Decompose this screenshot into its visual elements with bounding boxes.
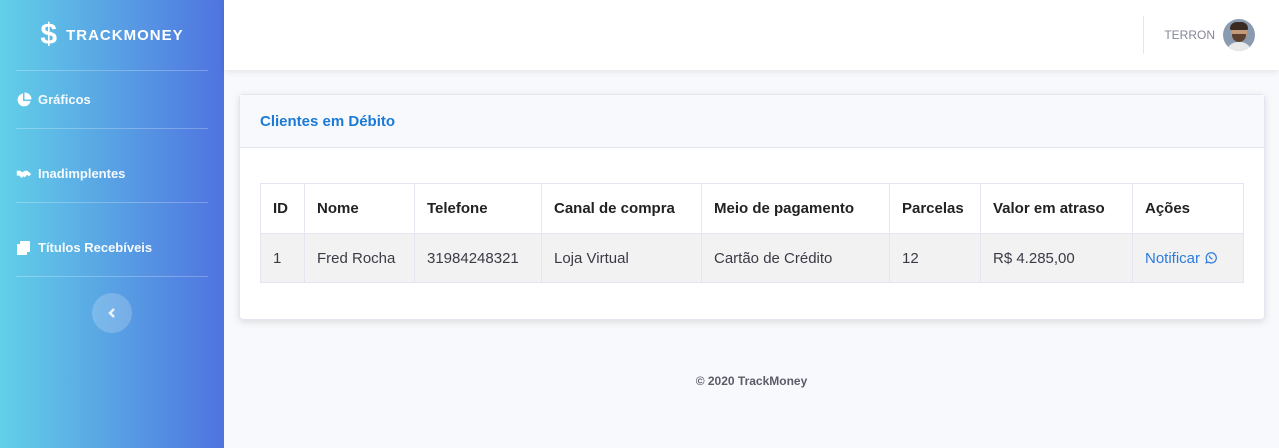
- notify-link[interactable]: Notificar: [1145, 250, 1218, 267]
- sidebar: $ TRACKMONEY Gráficos Inadimplentes Títu…: [0, 0, 224, 448]
- notify-label: Notificar: [1145, 249, 1201, 267]
- handshake-icon: [16, 170, 32, 178]
- footer-copyright: © 2020 TrackMoney: [695, 374, 808, 388]
- copy-icon: [17, 240, 30, 255]
- cell-canal: Loja Virtual: [541, 233, 702, 283]
- cell-nome: Fred Rocha: [304, 233, 415, 283]
- debtors-card: Clientes em Débito ID Nome Telefone Cana…: [239, 94, 1265, 320]
- card-title: Clientes em Débito: [240, 95, 1264, 148]
- debtors-table: ID Nome Telefone Canal de compra Meio de…: [260, 183, 1244, 283]
- cell-meio: Cartão de Crédito: [701, 233, 890, 283]
- column-header: Telefone: [414, 183, 542, 234]
- brand[interactable]: $ TRACKMONEY: [0, 0, 224, 70]
- sidebar-divider: [16, 276, 208, 277]
- cell-telefone: 31984248321: [414, 233, 542, 283]
- topbar-divider: [1143, 16, 1144, 54]
- table-header-row: ID Nome Telefone Canal de compra Meio de…: [260, 183, 1244, 234]
- cell-parcelas: 12: [889, 233, 981, 283]
- brand-name: TRACKMONEY: [66, 26, 184, 44]
- username: TERRON: [1164, 28, 1215, 42]
- sidebar-toggle-button[interactable]: [92, 293, 132, 333]
- topbar: TERRON: [224, 0, 1279, 70]
- cell-acoes: Notificar: [1132, 233, 1244, 283]
- table-row: 1 Fred Rocha 31984248321 Loja Virtual Ca…: [260, 233, 1244, 283]
- cell-valor: R$ 4.285,00: [980, 233, 1133, 283]
- column-header: Valor em atraso: [980, 183, 1133, 234]
- column-header: Canal de compra: [541, 183, 702, 234]
- pie-chart-icon: [17, 92, 32, 106]
- chevron-left-icon: [108, 308, 115, 318]
- cell-id: 1: [260, 233, 305, 283]
- column-header: Ações: [1132, 183, 1244, 234]
- column-header: Nome: [304, 183, 415, 234]
- sidebar-item-label: Títulos Recebíveis: [38, 240, 153, 255]
- column-header: ID: [260, 183, 305, 234]
- sidebar-item-inadimplentes[interactable]: Inadimplentes: [0, 145, 224, 202]
- user-avatar[interactable]: [1223, 19, 1255, 51]
- sidebar-item-label: Inadimplentes: [38, 166, 126, 181]
- sidebar-item-graficos[interactable]: Gráficos: [0, 71, 224, 128]
- column-header: Meio de pagamento: [701, 183, 890, 234]
- whatsapp-icon: [1205, 252, 1217, 264]
- sidebar-item-label: Gráficos: [38, 92, 91, 107]
- column-header: Parcelas: [889, 183, 981, 234]
- sidebar-item-titulos-recebiveis[interactable]: Títulos Recebíveis: [0, 219, 224, 276]
- dollar-logo-icon: $: [40, 18, 59, 51]
- user-menu[interactable]: TERRON: [1164, 19, 1255, 51]
